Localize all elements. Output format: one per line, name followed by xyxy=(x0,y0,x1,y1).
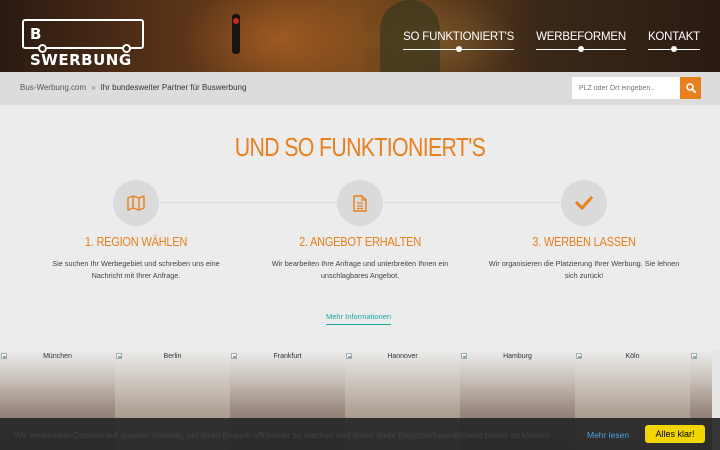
city-name: Köln xyxy=(625,353,640,360)
map-icon xyxy=(127,195,145,211)
search-icon xyxy=(685,83,696,93)
logo-wheel-icon xyxy=(122,44,131,53)
cookie-accept-button[interactable]: Alles klar! xyxy=(645,425,705,443)
site-logo[interactable]: B SWERBUNG xyxy=(22,19,144,69)
step-3-title: 3. WERBEN LASSEN xyxy=(532,234,636,249)
section-title: UND SO FUNKTIONIERT'S xyxy=(234,132,486,162)
nav-label: WERBEFORMEN xyxy=(536,31,626,43)
nav-dot-icon xyxy=(578,46,585,52)
city-name: München xyxy=(43,353,72,360)
search-form xyxy=(572,77,701,99)
vertical-scrollbar[interactable] xyxy=(712,350,720,418)
document-icon xyxy=(353,194,367,212)
more-info-link[interactable]: Mehr Informationen xyxy=(326,312,392,325)
checkmark-icon xyxy=(575,196,593,210)
step-1-title: 1. REGION WÄHLEN xyxy=(84,234,188,249)
step-1-icon-circle xyxy=(113,180,159,226)
nav-item-werbeformen[interactable]: WERBEFORMEN xyxy=(536,31,626,52)
breadcrumb-separator: » xyxy=(91,83,96,92)
nav-label: KONTAKT xyxy=(647,31,700,43)
breadcrumb-current: Ihr bundesweiter Partner für Buswerbung xyxy=(100,83,247,92)
breadcrumb-home-link[interactable]: Bus-Werbung.com xyxy=(20,83,86,92)
nav-item-kontakt[interactable]: KONTAKT xyxy=(647,31,700,52)
traffic-light-image xyxy=(232,14,240,54)
step-1-text: Sie suchen Ihr Werbegebiet und schreiben… xyxy=(52,259,220,280)
nav-dot-icon xyxy=(455,46,462,52)
nav-item-so-funktionierts[interactable]: SO FUNKTIONIERT'S xyxy=(403,31,515,52)
site-header: B SWERBUNG SO FUNKTIONIERT'S WERBEFORMEN… xyxy=(0,0,720,72)
header-background-glow xyxy=(180,0,380,72)
broken-image-icon xyxy=(691,353,697,359)
nav-label: SO FUNKTIONIERT'S xyxy=(403,31,515,43)
search-input[interactable] xyxy=(572,77,680,99)
city-name: Frankfurt xyxy=(273,353,302,360)
search-button[interactable] xyxy=(680,77,701,99)
city-name: Berlin xyxy=(163,353,182,360)
nav-dot-icon xyxy=(670,46,677,52)
step-2-text: Wir bearbeiten Ihre Anfrage und unterbre… xyxy=(271,259,449,280)
step-connector-line xyxy=(160,202,338,203)
step-2-title: 2. ANGEBOT ERHALTEN xyxy=(299,234,421,249)
breadcrumb: Bus-Werbung.com » Ihr bundesweiter Partner… xyxy=(20,83,246,92)
logo-wheel-icon xyxy=(38,44,47,53)
cookie-learn-more-link[interactable]: Mehr lesen xyxy=(587,430,629,440)
cookie-message: Wir verwenden Cookies auf unserer Websit… xyxy=(14,430,552,440)
step-3-icon-circle xyxy=(561,180,607,226)
step-2-icon-circle xyxy=(337,180,383,226)
city-name: Hamburg xyxy=(503,353,532,360)
main-navigation: SO FUNKTIONIERT'S WERBEFORMEN KONTAKT xyxy=(403,31,700,52)
cookie-consent-bar: Wir verwenden Cookies auf unserer Websit… xyxy=(0,418,720,450)
city-name: Hannover xyxy=(387,353,418,360)
step-connector-line xyxy=(384,202,562,203)
step-3-text: Wir organisieren die Platzierung Ihrer W… xyxy=(488,259,680,280)
